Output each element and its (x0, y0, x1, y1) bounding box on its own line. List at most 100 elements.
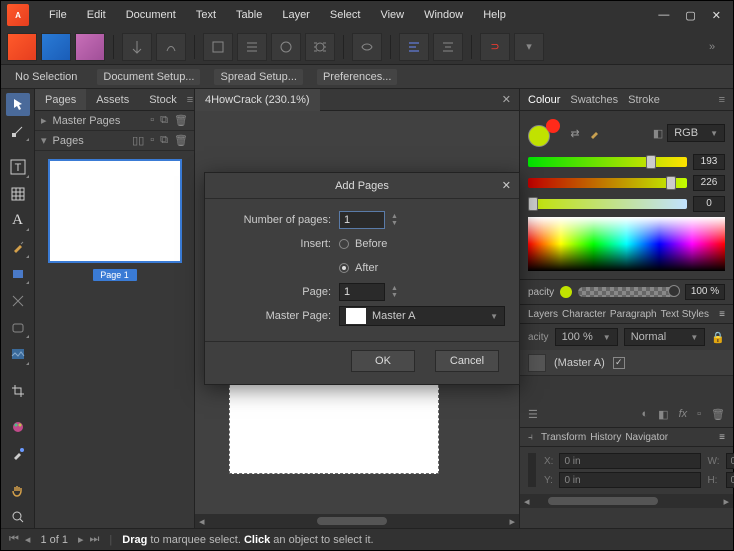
preferences-button[interactable]: Preferences... (317, 69, 397, 85)
document-setup-button[interactable]: Document Setup... (97, 69, 200, 85)
tab-pages[interactable]: Pages (35, 89, 86, 110)
noise-icon[interactable]: ◧ (653, 127, 663, 140)
spread-icon[interactable]: ▯▯ (132, 134, 144, 147)
canvas-hscroll[interactable]: ◂ ▸ (195, 514, 519, 528)
layers-panel-menu[interactable]: ≡ (719, 309, 725, 320)
menu-file[interactable]: File (39, 1, 77, 29)
ellipse-tool[interactable] (6, 289, 30, 312)
color-picker-tool[interactable] (6, 442, 30, 465)
insert-after-radio[interactable] (339, 263, 349, 273)
tab-paragraph[interactable]: Paragraph (610, 309, 657, 320)
tab-text-styles[interactable]: Text Styles (661, 309, 709, 320)
mask-icon[interactable]: ◐ (642, 408, 649, 421)
eyedropper-icon[interactable] (588, 126, 602, 140)
fx-icon[interactable]: fx (679, 408, 688, 421)
menu-select[interactable]: Select (320, 1, 371, 29)
insert-before-radio[interactable] (339, 239, 349, 249)
persona-publisher[interactable] (7, 33, 37, 61)
num-pages-stepper[interactable]: ▲▼ (391, 213, 398, 227)
move-tool[interactable] (6, 93, 30, 116)
zoom-tool[interactable] (6, 505, 30, 528)
adjustment-icon[interactable]: ◧ (658, 408, 668, 421)
tab-swatches[interactable]: Swatches (570, 94, 618, 106)
spread-setup-button[interactable]: Spread Setup... (214, 69, 302, 85)
delete-page-icon[interactable]: 🗑 (174, 134, 188, 147)
menu-edit[interactable]: Edit (77, 1, 116, 29)
tab-stock[interactable]: Stock (139, 89, 187, 110)
next-page-button[interactable]: ▸ (78, 533, 84, 546)
tool-distribute[interactable] (433, 33, 463, 61)
menu-window[interactable]: Window (414, 1, 473, 29)
tab-assets[interactable]: Assets (86, 89, 139, 110)
tab-colour[interactable]: Colour (528, 94, 560, 106)
document-tab-close[interactable]: ✕ (494, 93, 519, 106)
tab-character[interactable]: Character (562, 309, 606, 320)
layer-row-master[interactable]: (Master A) ✓ (520, 350, 733, 376)
blend-mode-select[interactable]: Normal▼ (624, 328, 706, 346)
page-input[interactable] (339, 283, 385, 301)
transform-panel-menu[interactable]: ≡ (719, 432, 725, 443)
layer-opacity-select[interactable]: 100 %▼ (555, 328, 618, 346)
node-tool[interactable] (6, 120, 30, 143)
add-master-icon[interactable]: ▫ (150, 114, 154, 127)
tool-smart[interactable] (156, 33, 186, 61)
add-page-icon[interactable]: ▫ (150, 134, 154, 147)
y-input[interactable] (559, 472, 701, 488)
fill-tool[interactable] (6, 416, 30, 439)
right-hscroll[interactable]: ◂ ▸ (520, 494, 733, 508)
menu-view[interactable]: View (370, 1, 414, 29)
prev-page-button[interactable]: ◂ (25, 533, 31, 546)
duplicate-master-icon[interactable]: ⧉ (160, 114, 168, 127)
add-layer-icon[interactable]: ▫ (697, 408, 701, 421)
tool-baseline[interactable] (237, 33, 267, 61)
page-thumbnail[interactable] (48, 159, 182, 263)
page-stepper[interactable]: ▲▼ (391, 285, 398, 299)
opacity-slider[interactable] (578, 287, 679, 297)
hand-tool[interactable] (6, 479, 30, 502)
colour-mode-select[interactable]: RGB▼ (667, 124, 725, 142)
persona-photo[interactable] (75, 33, 105, 61)
blue-slider[interactable]: 0 (528, 195, 725, 213)
tab-transform[interactable]: Transform (541, 432, 586, 443)
colour-panel-menu[interactable]: ≡ (719, 94, 725, 106)
colour-spectrum[interactable] (528, 217, 725, 271)
menu-document[interactable]: Document (116, 1, 186, 29)
tool-snap[interactable]: ⊃ (480, 33, 510, 61)
opacity-value[interactable]: 100 % (685, 284, 725, 300)
layer-visibility-checkbox[interactable]: ✓ (613, 357, 625, 369)
tool-anchor[interactable] (122, 33, 152, 61)
frame-text-tool[interactable]: T (6, 156, 30, 179)
duplicate-page-icon[interactable]: ⧉ (160, 134, 168, 147)
menu-help[interactable]: Help (473, 1, 516, 29)
x-input[interactable] (559, 453, 701, 469)
tool-align[interactable] (399, 33, 429, 61)
lock-icon[interactable]: 🔒 (711, 331, 725, 344)
swap-colours-icon[interactable]: ⇄ (568, 126, 582, 140)
toolbar-chevron[interactable]: » (697, 33, 727, 61)
ok-button[interactable]: OK (351, 350, 415, 372)
first-page-button[interactable]: ⏮ (9, 533, 19, 546)
h-input[interactable] (726, 472, 734, 488)
tool-snap-options[interactable]: ▾ (514, 33, 544, 61)
crop-tool[interactable] (6, 379, 30, 402)
rounded-rect-tool[interactable] (6, 316, 30, 339)
tab-stroke[interactable]: Stroke (628, 94, 660, 106)
tab-navigator[interactable]: Navigator (625, 432, 668, 443)
delete-layer-icon[interactable]: 🗑 (711, 408, 725, 421)
menu-table[interactable]: Table (226, 1, 272, 29)
last-page-button[interactable]: ⏭ (90, 533, 100, 546)
window-minimize[interactable]: — (658, 9, 669, 22)
tab-layers[interactable]: Layers (528, 309, 558, 320)
w-input[interactable] (726, 453, 734, 469)
red-slider[interactable]: 193 (528, 153, 725, 171)
menu-layer[interactable]: Layer (272, 1, 320, 29)
master-page-select[interactable]: Master A ▼ (339, 306, 505, 326)
cancel-button[interactable]: Cancel (435, 350, 499, 372)
green-slider[interactable]: 226 (528, 174, 725, 192)
window-maximize[interactable]: ▢ (685, 9, 695, 22)
window-close[interactable]: ✕ (712, 9, 721, 22)
num-pages-input[interactable] (339, 211, 385, 229)
delete-master-icon[interactable]: 🗑 (174, 114, 188, 127)
picture-frame-tool[interactable] (6, 343, 30, 366)
panel-menu-icon[interactable]: ≡ (187, 94, 193, 106)
